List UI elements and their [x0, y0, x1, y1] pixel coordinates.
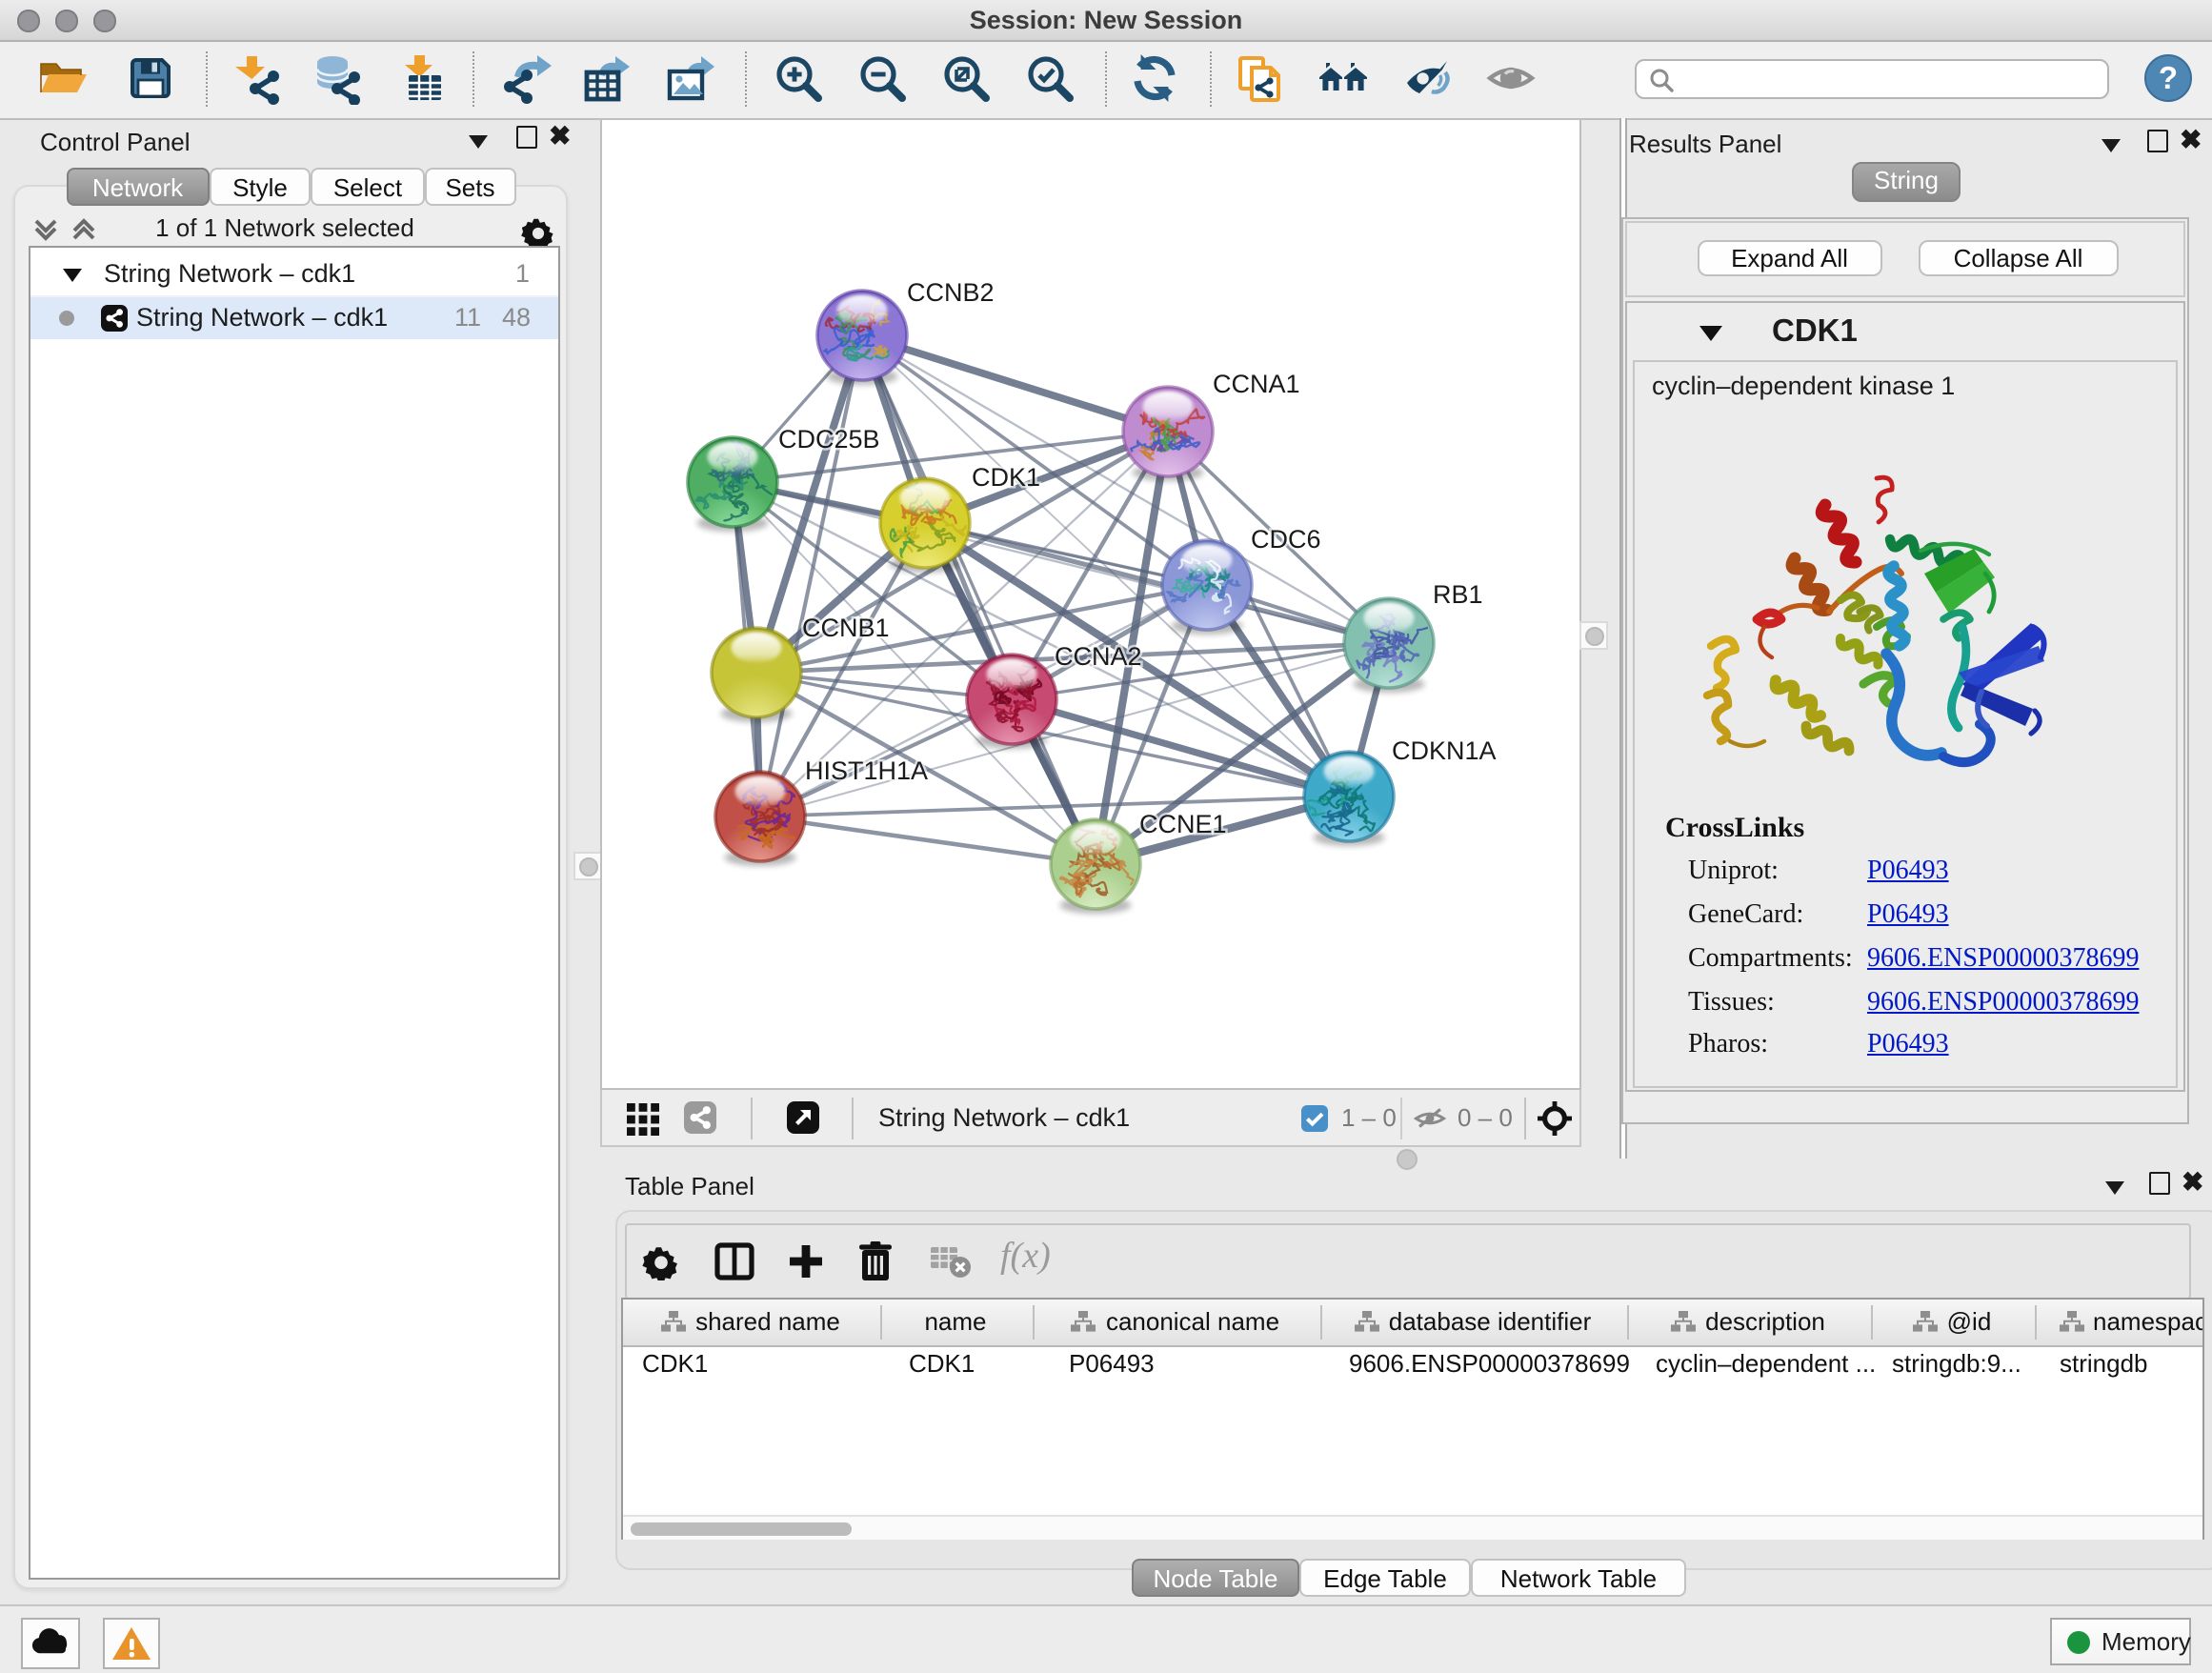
svg-text:CCNA2: CCNA2: [1055, 642, 1142, 671]
svg-text:CDK1: CDK1: [972, 463, 1040, 492]
svg-text:CCNA1: CCNA1: [1213, 370, 1300, 398]
svg-text:CDC25B: CDC25B: [778, 425, 880, 454]
svg-text:RB1: RB1: [1433, 580, 1483, 609]
svg-text:HIST1H1A: HIST1H1A: [805, 756, 928, 785]
svg-text:CCNB1: CCNB1: [802, 614, 890, 642]
svg-text:CDKN1A: CDKN1A: [1392, 736, 1497, 765]
svg-text:?: ?: [2159, 60, 2178, 95]
svg-text:CCNE1: CCNE1: [1139, 810, 1227, 838]
svg-text:CCNB2: CCNB2: [907, 278, 995, 307]
svg-text:CDC6: CDC6: [1251, 525, 1321, 554]
